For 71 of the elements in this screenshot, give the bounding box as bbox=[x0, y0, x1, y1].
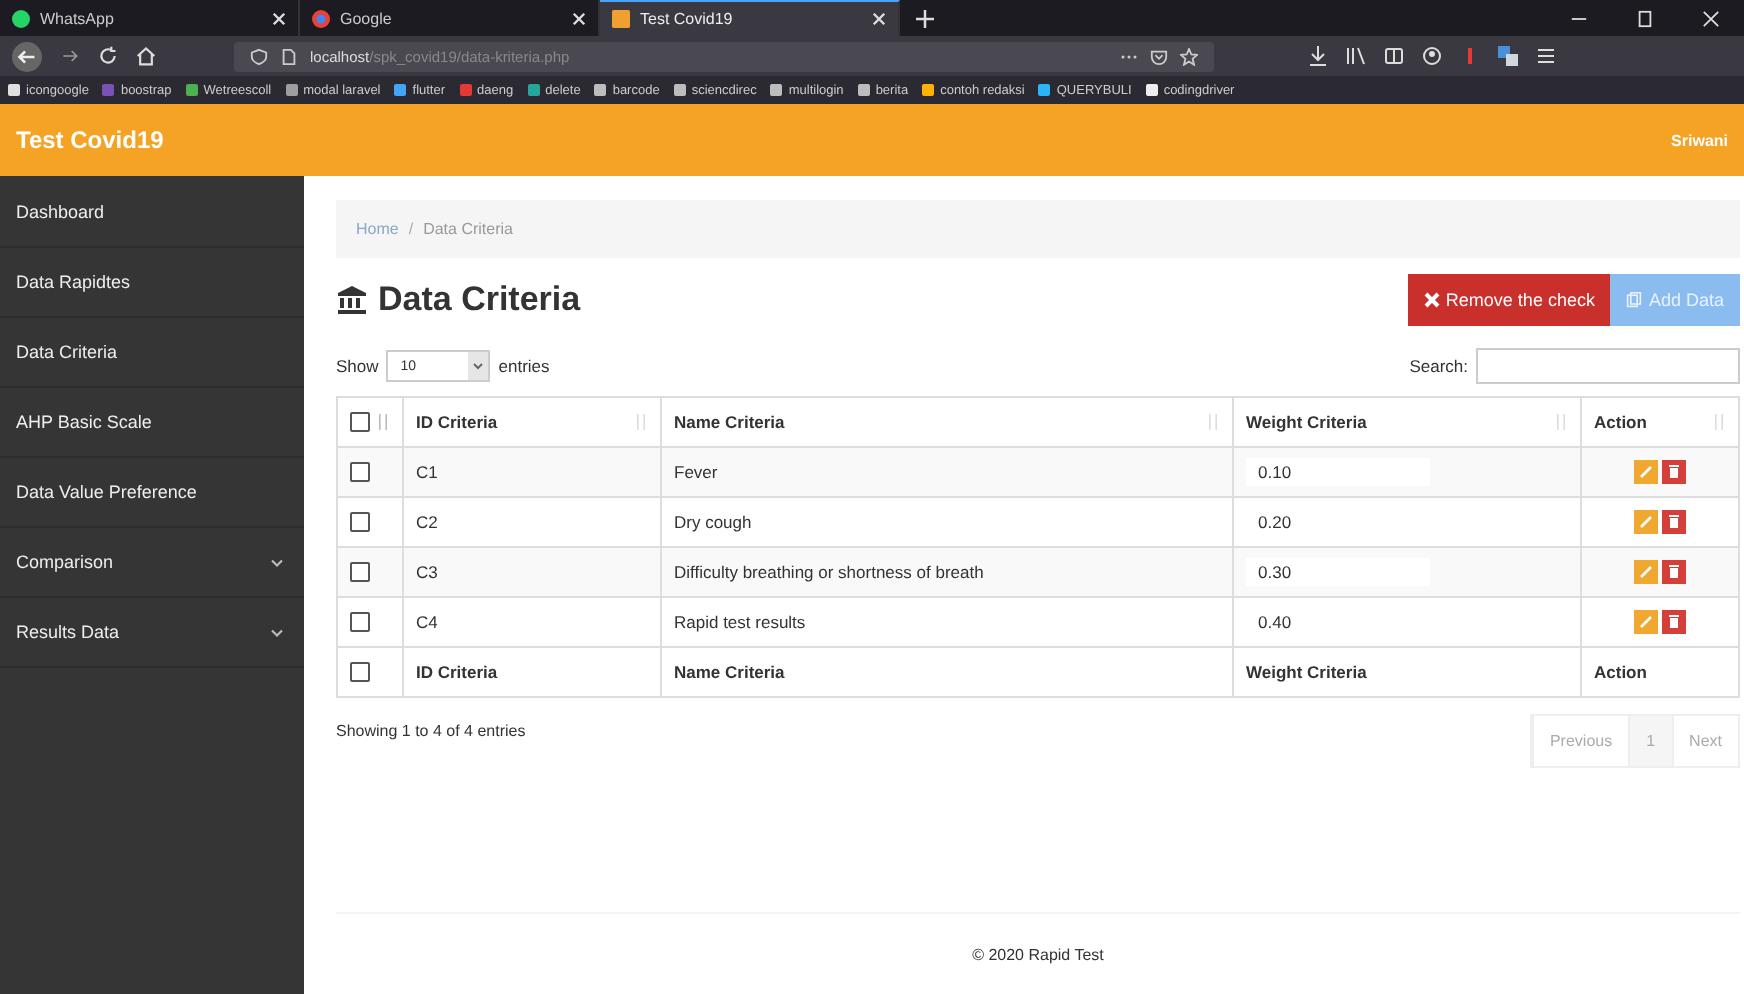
weight-value: 0.10 bbox=[1246, 458, 1430, 486]
sidebar-item[interactable]: Comparison bbox=[0, 528, 304, 598]
chevron-down-icon bbox=[270, 557, 284, 567]
table-cell: C1 bbox=[403, 447, 661, 497]
breadcrumb-separator: / bbox=[408, 220, 414, 238]
delete-button[interactable] bbox=[1662, 560, 1686, 584]
remove-button[interactable]: Remove the check bbox=[1407, 274, 1611, 326]
translate-icon[interactable] bbox=[1498, 46, 1518, 66]
home-icon[interactable] bbox=[136, 46, 156, 66]
copy-icon bbox=[1626, 292, 1643, 308]
search-field[interactable] bbox=[1476, 348, 1740, 384]
weight-value: 0.30 bbox=[1246, 558, 1430, 586]
row-checkbox[interactable] bbox=[350, 612, 370, 633]
row-checkbox[interactable] bbox=[350, 512, 370, 533]
table-cell: Difficulty breathing or shortness of breath bbox=[661, 547, 1233, 597]
sidebar-item[interactable]: Results Data bbox=[0, 598, 304, 668]
footer-text: © 2020 Rapid Test bbox=[972, 945, 1104, 963]
download-icon[interactable] bbox=[1308, 46, 1328, 66]
header-checkbox[interactable] bbox=[350, 412, 370, 433]
sidebar-item[interactable]: AHP Basic Scale bbox=[0, 388, 304, 458]
column-header[interactable]: Weight Criteria bbox=[1233, 397, 1581, 447]
reload-icon[interactable] bbox=[98, 46, 118, 66]
sidebar-item[interactable]: Dashboard bbox=[0, 178, 304, 248]
table-cell: Rapid test results bbox=[661, 597, 1233, 647]
new-tab-icon[interactable] bbox=[916, 9, 934, 27]
bank-icon bbox=[336, 284, 368, 316]
close-icon[interactable] bbox=[1702, 9, 1720, 27]
entries-label: entries bbox=[498, 356, 550, 376]
page-title: Data Criteria bbox=[378, 280, 581, 320]
page-icon bbox=[280, 47, 298, 65]
shield-icon bbox=[250, 47, 268, 65]
menu-icon[interactable] bbox=[1536, 46, 1556, 66]
row-checkbox[interactable] bbox=[350, 462, 370, 483]
sidebar-item[interactable]: Data Value Preference bbox=[0, 458, 304, 528]
chat-icon bbox=[12, 9, 30, 27]
entries-info: Showing 1 to 4 of 4 entries bbox=[336, 722, 526, 740]
column-header[interactable]: Name Criteria bbox=[661, 397, 1233, 447]
delete-button[interactable] bbox=[1662, 510, 1686, 534]
column-footer: ID Criteria bbox=[403, 647, 661, 697]
globe-icon bbox=[312, 9, 330, 27]
sidebar-item[interactable]: Data Criteria bbox=[0, 318, 304, 388]
star-icon[interactable] bbox=[1180, 47, 1198, 65]
select-all-checkbox[interactable] bbox=[350, 662, 370, 683]
table-cell: C3 bbox=[403, 547, 661, 597]
page-icon bbox=[612, 10, 630, 28]
row-checkbox[interactable] bbox=[350, 562, 370, 583]
delete-button[interactable] bbox=[1662, 460, 1686, 484]
close-icon[interactable] bbox=[272, 11, 286, 25]
close-icon[interactable] bbox=[572, 11, 586, 25]
restore-icon[interactable] bbox=[1636, 9, 1654, 27]
search-label: Search: bbox=[1409, 356, 1468, 376]
close-icon[interactable] bbox=[872, 12, 886, 26]
pocket-icon[interactable] bbox=[1150, 47, 1168, 65]
show-label: Show bbox=[336, 356, 379, 376]
browser-tab[interactable]: Test Covid19 bbox=[600, 0, 900, 36]
column-header[interactable]: ID Criteria bbox=[403, 397, 661, 447]
close-icon bbox=[1423, 292, 1440, 308]
delete-button[interactable] bbox=[1662, 610, 1686, 634]
table-cell: C4 bbox=[403, 597, 661, 647]
column-footer: Name Criteria bbox=[661, 647, 1233, 697]
sidebar-item[interactable]: Data Rapidtes bbox=[0, 248, 304, 318]
back-icon[interactable] bbox=[12, 41, 42, 71]
sidebar-icon[interactable] bbox=[1384, 46, 1404, 66]
table-cell: Fever bbox=[661, 447, 1233, 497]
forward-icon[interactable] bbox=[60, 46, 80, 66]
column-footer: Action bbox=[1581, 647, 1739, 697]
breadcrumb-current: Data Criteria bbox=[423, 220, 513, 238]
column-footer: Weight Criteria bbox=[1233, 647, 1581, 697]
library-icon[interactable] bbox=[1346, 46, 1366, 66]
chevron-down-icon bbox=[270, 627, 284, 637]
account-icon[interactable] bbox=[1422, 46, 1442, 66]
